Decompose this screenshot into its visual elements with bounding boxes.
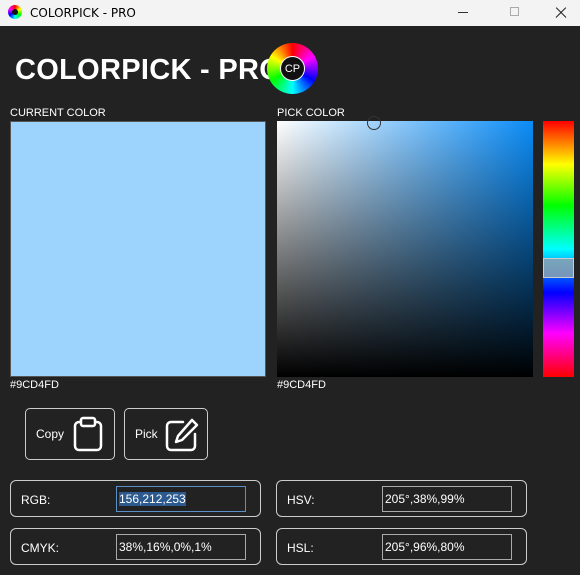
window-title: COLORPICK - PRO [30, 6, 136, 20]
minimize-icon[interactable] [440, 0, 486, 26]
hsl-input[interactable]: 205°,96%,80% [382, 534, 512, 560]
hsv-value: 205°,38%,99% [385, 492, 465, 506]
rgb-value: 156,212,253 [119, 492, 186, 506]
hsv-input[interactable]: 205°,38%,99% [382, 486, 512, 512]
saturation-value-picker[interactable] [277, 121, 533, 377]
pick-color-label: PICK COLOR [277, 107, 345, 119]
current-color-label: CURRENT COLOR [10, 107, 106, 119]
cmyk-label: CMYK: [21, 541, 60, 555]
maximize-icon[interactable] [492, 0, 538, 26]
close-icon[interactable] [538, 0, 580, 26]
copy-button[interactable]: Copy [25, 408, 115, 460]
cmyk-input[interactable]: 38%,16%,0%,1% [116, 534, 246, 560]
app-heading: COLORPICK - PRO [15, 54, 283, 86]
hue-slider-thumb[interactable] [543, 258, 574, 278]
pick-color-hex: #9CD4FD [277, 379, 326, 391]
pick-button[interactable]: Pick [124, 408, 208, 460]
clipboard-icon [73, 416, 103, 452]
pick-button-label: Pick [135, 427, 158, 441]
color-wheel-logo-icon: CP [267, 43, 318, 94]
edit-pencil-icon [165, 418, 199, 452]
rgb-input[interactable]: 156,212,253 [116, 486, 246, 512]
rgb-label: RGB: [21, 493, 51, 507]
logo-text: CP [280, 56, 305, 81]
current-color-swatch [10, 121, 266, 377]
app-color-wheel-icon [8, 5, 22, 19]
hue-slider[interactable] [543, 121, 574, 377]
cmyk-value: 38%,16%,0%,1% [119, 540, 212, 554]
hsl-label: HSL: [287, 541, 314, 555]
hsl-value: 205°,96%,80% [385, 540, 465, 554]
copy-button-label: Copy [36, 427, 65, 441]
current-color-hex: #9CD4FD [10, 379, 59, 391]
hsv-label: HSV: [287, 493, 315, 507]
picker-cursor[interactable] [367, 116, 381, 130]
window-titlebar: COLORPICK - PRO [0, 0, 580, 26]
